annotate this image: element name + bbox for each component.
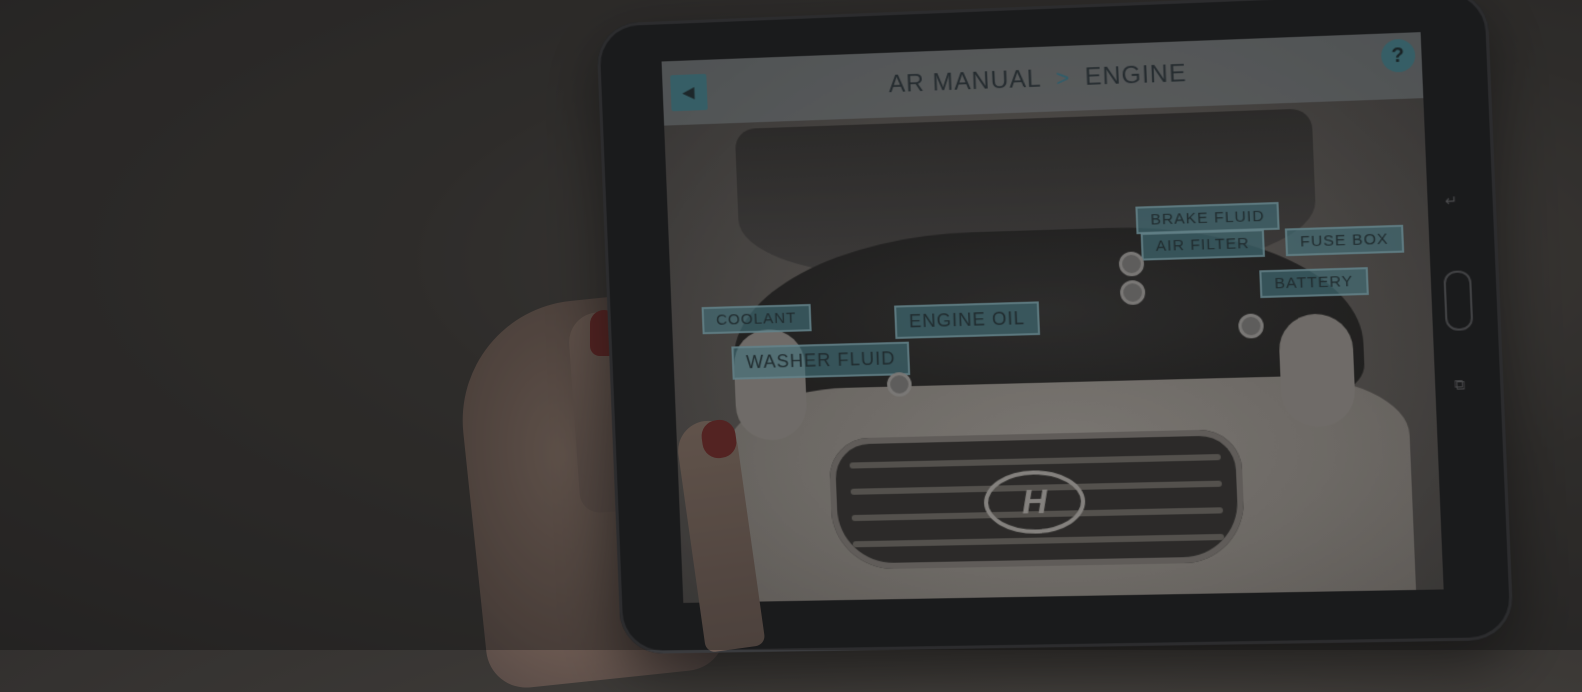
- right-headlight: [1278, 313, 1356, 428]
- ar-label-coolant[interactable]: COOLANT: [702, 304, 812, 334]
- ar-label-engine-oil[interactable]: ENGINE OIL: [894, 301, 1040, 339]
- grille-slat: [849, 454, 1220, 469]
- device-back-icon[interactable]: ↵: [1445, 192, 1458, 210]
- help-button[interactable]: ?: [1381, 39, 1416, 73]
- breadcrumb-separator-icon: >: [1056, 65, 1071, 92]
- back-button[interactable]: ◀: [670, 74, 708, 111]
- device-home-button[interactable]: [1443, 270, 1473, 331]
- ar-header-bar: AR MANUAL > ENGINE ◀ ?: [662, 32, 1424, 126]
- ar-screen: H AR MANUAL > ENGINE ◀ ? COOLANT WASHER …: [662, 32, 1444, 603]
- ar-label-air-filter[interactable]: AIR FILTER: [1141, 229, 1265, 260]
- background-scene: H AR MANUAL > ENGINE ◀ ? COOLANT WASHER …: [0, 0, 1582, 650]
- breadcrumb-current: ENGINE: [1084, 60, 1187, 92]
- grille-slat: [853, 534, 1225, 547]
- ar-label-washer-fluid[interactable]: WASHER FLUID: [731, 342, 910, 380]
- breadcrumb-parent[interactable]: AR MANUAL: [888, 65, 1042, 99]
- back-arrow-icon: ◀: [682, 82, 696, 103]
- ar-label-fuse-box[interactable]: FUSE BOX: [1285, 225, 1404, 256]
- ar-label-battery[interactable]: BATTERY: [1259, 267, 1368, 298]
- device-recent-apps-icon[interactable]: ⧉: [1454, 376, 1465, 394]
